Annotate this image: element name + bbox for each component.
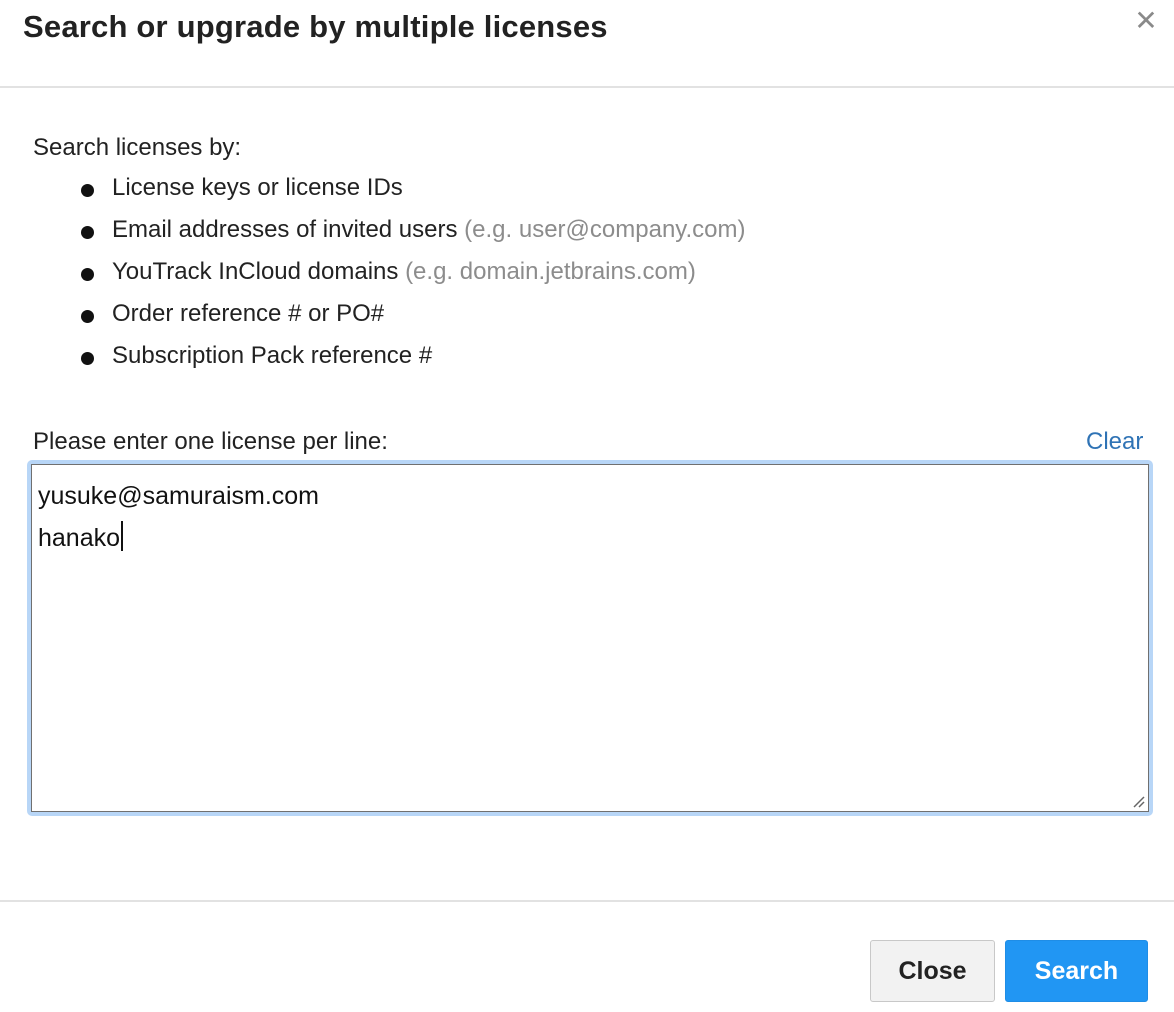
criteria-intro: Search licenses by: xyxy=(33,134,242,161)
bullet-icon xyxy=(81,268,94,281)
dialog-header: Search or upgrade by multiple licenses ✕ xyxy=(0,0,1174,88)
dialog-title: Search or upgrade by multiple licenses xyxy=(23,9,608,44)
criteria-text: YouTrack InCloud domains xyxy=(112,258,399,285)
bullet-icon xyxy=(81,184,94,197)
criteria-hint: (e.g. domain.jetbrains.com) xyxy=(405,258,696,285)
license-search-dialog: Search or upgrade by multiple licenses ✕… xyxy=(0,0,1174,1012)
criteria-text: Subscription Pack reference # xyxy=(112,342,433,369)
criteria-item: License keys or license IDs xyxy=(0,170,1000,212)
close-button[interactable]: Close xyxy=(870,940,995,1002)
criteria-hint: (e.g. user@company.com) xyxy=(464,216,746,243)
bullet-icon xyxy=(81,310,94,323)
text-cursor xyxy=(121,521,124,551)
resize-grip-icon[interactable] xyxy=(1131,794,1145,808)
bullet-icon xyxy=(81,226,94,239)
license-textarea-focus-ring: yusuke@samuraism.com hanako xyxy=(27,460,1153,816)
license-textarea[interactable]: yusuke@samuraism.com hanako xyxy=(31,464,1149,812)
close-icon[interactable]: ✕ xyxy=(1131,6,1161,36)
criteria-text: License keys or license IDs xyxy=(112,174,403,201)
criteria-item: YouTrack InCloud domains (e.g. domain.je… xyxy=(0,254,1000,296)
criteria-item: Email addresses of invited users (e.g. u… xyxy=(0,212,1000,254)
criteria-text: Email addresses of invited users xyxy=(112,216,458,243)
bullet-icon xyxy=(81,352,94,365)
textarea-line: yusuke@samuraism.com xyxy=(38,482,320,510)
license-input-label: Please enter one license per line: xyxy=(33,428,388,455)
criteria-item: Order reference # or PO# xyxy=(0,296,1000,338)
criteria-text: Order reference # or PO# xyxy=(112,300,385,327)
search-button[interactable]: Search xyxy=(1005,940,1148,1002)
clear-link[interactable]: Clear xyxy=(1086,428,1143,456)
footer-divider xyxy=(0,900,1174,902)
textarea-line: hanako xyxy=(38,524,121,552)
criteria-item: Subscription Pack reference # xyxy=(0,338,1000,380)
